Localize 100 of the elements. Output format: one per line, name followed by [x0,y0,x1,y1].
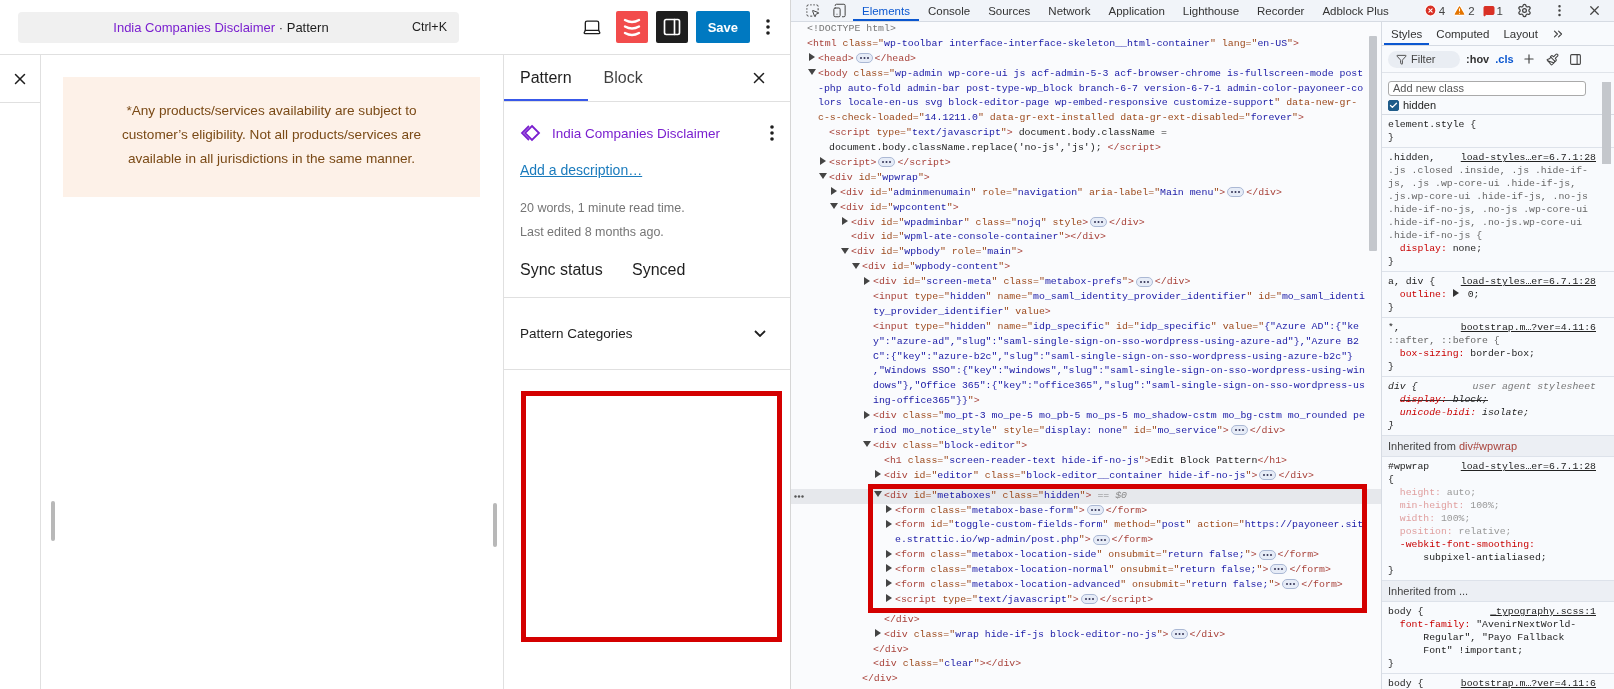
dom-row[interactable]: <script type="text/javascript"> </script> [885,592,1154,608]
checkbox[interactable] [1388,99,1399,111]
filter-field[interactable]: Filter [1388,50,1460,68]
caret-right-icon[interactable] [885,504,893,513]
dom-row[interactable]: ty_provider_identifier" value> [863,304,1051,320]
ellipsis-icon[interactable] [1282,579,1300,590]
devtools-tab[interactable]: Sources [979,0,1040,21]
caret-right-icon[interactable] [874,629,882,637]
devtools-tab[interactable]: Adblock Plus [1313,0,1398,21]
dom-row[interactable]: <div id="wpbody-content"> [852,260,1011,276]
styles-tab[interactable]: Layout [1496,22,1545,45]
dom-row[interactable]: c-s-check-loaded="14.1211.0" data-gr-ext-installed data-gr-ext-disabled="forever"> [808,111,1304,127]
command-bar[interactable]: India Companies Disclaimer · Pattern Ctrl+K [18,11,459,43]
ellipsis-icon[interactable] [1080,594,1098,605]
pattern-categories-toggle[interactable]: Pattern Categories [504,298,790,370]
sidebar-tab[interactable]: Pattern [504,55,588,101]
dom-row[interactable]: <div class="clear"></div> [863,657,1022,673]
devtools-tab[interactable]: Network [1039,0,1100,21]
add-description-link[interactable]: Add a description… [520,162,643,178]
caret-right-icon[interactable] [819,157,827,166]
more-button[interactable] [770,125,774,141]
dom-row[interactable]: <div id="wpbody" role="main"> [841,245,1023,261]
dom-row[interactable]: <script type="text/javascript"> document.body.className = [819,126,1167,142]
caret-right-icon[interactable] [885,564,893,573]
caret-down-icon[interactable] [841,246,849,255]
dom-row[interactable]: </div> [852,672,898,688]
dom-row[interactable]: <form id="toggle-custom-fields-form" method="post" action="https://payoneer.sit [885,518,1364,534]
ellipsis-icon[interactable] [1090,216,1108,227]
dom-row[interactable]: document.body.className.replace('no-js','js'); </script> [819,141,1161,156]
dom-row[interactable]: e.strattic.io/wp-admin/post.php"> </form> [885,533,1154,549]
dom-row[interactable]: <div class="wrap hide-if-js block-editor-no-js"> </div> [874,627,1226,643]
caret-right-icon[interactable] [885,549,893,558]
dom-row[interactable]: <body class="wp-admin wp-core-ui js acf-admin-5-3 acf-browser-chrome is-fullscreen-mode post [808,66,1364,82]
resize-handle[interactable] [51,501,55,541]
resize-handle[interactable] [493,503,497,547]
dom-row[interactable]: <!DOCTYPE html> [797,22,896,37]
source-link[interactable]: bootstrap.m…?ver=4.11:6 [1460,677,1596,689]
caret-right-icon[interactable] [863,410,871,419]
plugin-button[interactable] [615,11,648,43]
dom-row[interactable]: <div id="screen-meta" class="metabox-prefs"> </div> [863,275,1191,291]
caret-right-icon[interactable] [841,216,849,225]
devtools-tab[interactable]: Recorder [1248,0,1314,21]
dom-row[interactable]: <form class="metabox-location-side" onsubmit="return false;"> </form> [885,548,1320,564]
sidebar-tab[interactable]: Block [587,55,659,101]
hover-state-button[interactable]: :hov [1466,53,1490,65]
ellipsis-icon[interactable] [1170,629,1188,639]
settings-button[interactable] [655,11,688,43]
ellipsis-icon[interactable] [794,494,804,498]
source-link[interactable]: bootstrap.m…?ver=4.11:6 [1460,321,1596,334]
caret-right-icon[interactable] [885,519,893,528]
dom-row[interactable]: <input type="hidden" name="idp_specific" id="idp_specific" value="{"Azure AD":{"ke [863,319,1359,335]
message-count[interactable]: 1 [1496,4,1503,17]
styles-tab[interactable]: Styles [1384,22,1430,45]
dom-row[interactable]: <h1 class="screen-reader-text hide-if-no-js">Edit Block Pattern</h1> [874,453,1288,469]
class-toggle-button[interactable]: .cls [1495,53,1514,65]
caret-right-icon[interactable] [885,579,893,588]
devtools-tab[interactable]: Elements [853,0,919,21]
dom-row[interactable]: <div class="mo_pt-3 mo_pe-5 mo_pb-5 mo_ps-5 mo_shadow-cstm mo_bg-cstm mo_rounded pe [863,409,1365,425]
caret-down-icon[interactable] [819,172,827,181]
dom-row[interactable]: <div id="editor" class="block-editor__container hide-if-no-js"> </div> [874,468,1314,484]
styles-tab[interactable]: Computed [1429,22,1497,45]
dom-row[interactable]: <form class="metabox-location-normal" onsubmit="return false;"> </form> [885,563,1331,578]
dom-row[interactable]: <div id="wpml-ate-console-container"></div> [841,230,1106,246]
ellipsis-icon[interactable] [1135,276,1153,287]
devtools-tab[interactable]: Console [918,0,980,21]
ellipsis-icon[interactable] [1086,504,1104,515]
dom-row[interactable]: <div id="wpwrap"> [819,170,930,186]
devtools-tab[interactable]: Lighthouse [1173,0,1249,21]
caret-right-icon[interactable] [808,53,816,62]
dom-row[interactable]: <div id="wpcontent"> [830,200,959,216]
dom-row[interactable]: <html class="wp-toolbar interface-interface-skeleton__html-container" lang="en-US"> [797,36,1299,52]
dom-row[interactable]: <script> </script> [819,156,951,171]
scrollbar[interactable] [1602,82,1611,164]
ellipsis-icon[interactable] [1230,425,1248,436]
caret-right-icon[interactable] [830,187,838,196]
warning-count[interactable]: 2 [1468,4,1475,17]
dom-row[interactable]: C":{"key":"azure-b2c","slug":"saml-single-sign-on-sso-wordpress-using-azure-b2c"} [863,349,1353,365]
caret-down-icon[interactable] [808,68,816,77]
dom-row[interactable]: <form class="metabox-base-form"> </form> [885,503,1148,519]
dom-row[interactable]: riod mo_notice_style" style="display: none" id="mo_service"> </div> [863,424,1286,439]
ellipsis-icon[interactable] [855,53,873,64]
dom-row[interactable]: <input type="hidden" name="mo_saml_identity_provider_identifier" id="mo_saml_identi [863,290,1365,305]
dom-row[interactable]: </div> [874,612,920,628]
dom-row[interactable]: ing-office365"}}"> [863,394,980,410]
source-link[interactable]: load-styles…er=6.7.1:28 [1460,151,1596,164]
caret-right-icon[interactable] [874,470,882,479]
paintbrush-icon[interactable] [1543,52,1561,66]
save-button[interactable]: Save [695,11,750,43]
dom-row[interactable]: <div id="adminmenumain" role="navigation" aria-label="Main menu"> </div> [830,185,1282,201]
dom-row[interactable]: <head> </head> [808,51,917,67]
caret-right-icon[interactable] [885,594,893,603]
source-link[interactable]: load-styles…er=6.7.1:28 [1460,275,1596,288]
dom-row[interactable]: y":"azure-ad","slug":"saml-single-sign-on-sso-wordpress-using-azure-ad"},"Azure B2 [863,334,1359,350]
ellipsis-icon[interactable] [1227,187,1245,198]
devtools-tab[interactable]: Application [1099,0,1174,21]
ellipsis-icon[interactable] [1092,534,1110,545]
source-link[interactable]: load-styles…er=6.7.1:28 [1460,460,1596,473]
caret-right-icon[interactable] [1451,289,1460,297]
dom-row[interactable]: lors locale-en-us svg block-editor-page wp-embed-responsive customize-support" data-new-gr- [808,96,1358,112]
caret-down-icon[interactable] [874,490,882,498]
